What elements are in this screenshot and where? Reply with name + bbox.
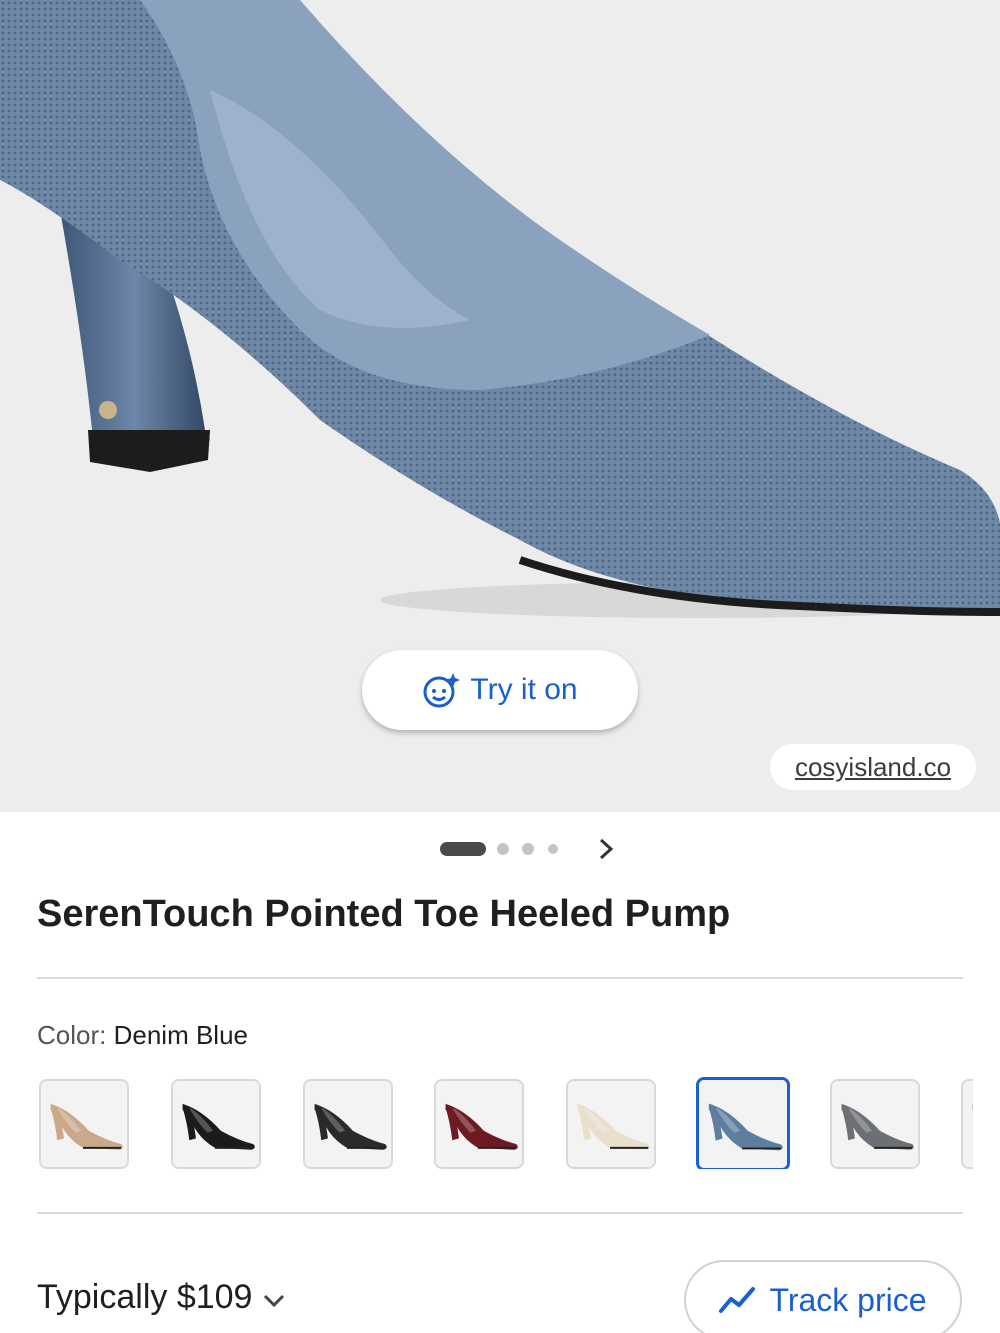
track-price-label: Track price	[769, 1281, 927, 1318]
color-selected-value: Denim Blue	[113, 1020, 248, 1050]
pager-dot[interactable]	[522, 843, 534, 855]
chevron-down-icon	[260, 1284, 288, 1312]
swatch-shoe-image	[173, 1081, 259, 1167]
swatch-denim-blue[interactable]	[696, 1077, 790, 1169]
swatch-shoe-image	[832, 1081, 918, 1167]
track-price-button[interactable]: Track price	[684, 1260, 962, 1333]
color-label: Color: Denim Blue	[37, 1020, 248, 1051]
swatch-shoe-image	[305, 1081, 391, 1167]
chevron-right-icon[interactable]	[592, 834, 620, 864]
color-swatches	[37, 1077, 973, 1169]
swatch-burgundy[interactable]	[434, 1079, 524, 1169]
pager-dot-active[interactable]	[440, 842, 486, 856]
swatch-gray[interactable]	[830, 1079, 920, 1169]
typical-price-label: Typically $109	[37, 1278, 253, 1316]
image-pager	[0, 834, 1000, 864]
typical-price[interactable]: Typically $109	[37, 1278, 288, 1317]
swatch-shoe-image	[568, 1081, 654, 1167]
try-it-on-label: Try it on	[470, 673, 578, 706]
try-it-on-button[interactable]: Try it on	[362, 650, 638, 730]
divider	[37, 1212, 963, 1214]
color-label-prefix: Color:	[37, 1020, 107, 1050]
swatch-cream[interactable]	[566, 1079, 656, 1169]
pager-dot[interactable]	[497, 843, 509, 855]
swatch-shoe-image	[436, 1081, 522, 1167]
swatch-shoe-image	[963, 1081, 973, 1167]
swatch-leopard[interactable]	[961, 1079, 973, 1169]
swatch-black-pattern[interactable]	[303, 1079, 393, 1169]
divider	[37, 977, 963, 979]
face-sparkle-icon	[422, 671, 461, 709]
swatch-shoe-image	[41, 1081, 127, 1167]
product-title: SerenTouch Pointed Toe Heeled Pump	[37, 893, 731, 935]
swatch-tan[interactable]	[39, 1079, 129, 1169]
swatch-black[interactable]	[171, 1079, 261, 1169]
swatch-shoe-image	[699, 1080, 787, 1168]
product-image[interactable]: Try it on cosyisland.co	[0, 0, 1000, 812]
source-link[interactable]: cosyisland.co	[770, 744, 976, 790]
pager-dot[interactable]	[548, 844, 558, 854]
trend-line-icon	[719, 1285, 757, 1315]
